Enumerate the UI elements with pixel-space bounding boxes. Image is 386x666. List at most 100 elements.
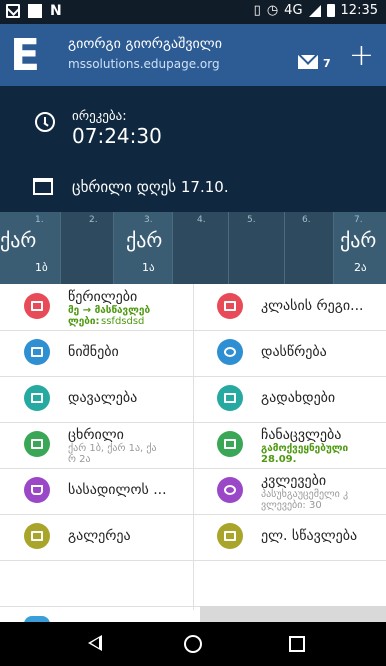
message-preview-cont: ლები: — [68, 316, 100, 327]
divider — [172, 212, 173, 284]
lesson-number: 7. — [354, 215, 363, 225]
clock-icon — [35, 112, 55, 132]
tile-surveys[interactable]: კვლევები პასუხგაუცემელი კ ვლევები: 30 — [193, 468, 386, 514]
lesson-3[interactable]: 3. ქარ 1ა — [114, 212, 172, 284]
add-button[interactable]: + — [349, 41, 374, 71]
tile-label: ნიშნები — [68, 344, 119, 360]
notebook-icon — [217, 293, 243, 319]
envelope-icon — [24, 293, 50, 319]
status-bar: N ▯ ◷ 4G 12:35 — [0, 0, 386, 24]
image-notification-icon — [28, 4, 42, 18]
lesson-subject: ქარ — [340, 228, 377, 252]
substitution-icon — [217, 431, 243, 457]
app-header: E გიორგი გიორგაშვილი mssolutions.edupage… — [0, 24, 386, 86]
notification-icons: N — [6, 4, 62, 18]
school-domain[interactable]: mssolutions.edupage.org — [68, 57, 220, 71]
tile-label: გადახდები — [261, 390, 336, 406]
battery-icon — [326, 4, 335, 17]
lesson-subject: ქარ — [126, 228, 163, 252]
divider — [60, 212, 61, 284]
timetable-icon — [24, 431, 50, 457]
home-icon[interactable] — [184, 635, 202, 653]
tile-subtitle-cont: 28.09. — [261, 454, 297, 465]
tile-gallery[interactable]: გალერეა — [0, 514, 193, 560]
timetable-strip[interactable]: 1. ქარ 1ბ 2. 3. ქარ 1ა 4. 5. 6. 7. ქარ 2… — [0, 212, 386, 284]
user-name[interactable]: გიორგი გიორგაშვილი — [68, 36, 222, 52]
edupage-logo[interactable]: E — [10, 34, 50, 78]
tile-subtitle-cont: რ 2ა — [68, 454, 91, 465]
payment-card-icon — [217, 385, 243, 411]
lesson-6[interactable]: 6. — [285, 212, 333, 284]
tile-subtitle: გამოქვეყნებული — [261, 443, 349, 454]
elearning-icon — [217, 523, 243, 549]
tile-timetable[interactable]: ცხრილი ქარ 1ბ, ქარ 1ა, ქა რ 2ა — [0, 422, 193, 468]
calendar-icon — [33, 178, 53, 195]
recent-apps-icon[interactable] — [289, 636, 305, 652]
clock-time: 12:35 — [340, 3, 378, 18]
tile-label: გალერეა — [68, 528, 131, 544]
lesson-number: 5. — [247, 215, 256, 225]
lesson-1[interactable]: 1. ქარ 1ბ — [0, 212, 60, 284]
tile-substitution[interactable]: ჩანაცვლება გამოქვეყნებული 28.09. — [193, 422, 386, 468]
tile-grades[interactable]: ნიშნები — [0, 330, 193, 376]
lesson-number: 6. — [302, 215, 311, 225]
lesson-7[interactable]: 7. ქარ 2ა — [334, 212, 386, 284]
envelope-icon[interactable] — [298, 55, 318, 69]
cup-icon — [24, 477, 50, 503]
tile-label: კვლევები — [261, 473, 327, 489]
module-grid: წერილები მე → მასწავლებ ლები: ssfdsdsd კ… — [0, 284, 386, 624]
lesson-number: 1. — [35, 215, 44, 225]
message-text: ssfdsdsd — [101, 316, 145, 327]
tile-subtitle-cont: ვლევები: 30 — [261, 500, 322, 511]
lesson-4[interactable]: 4. — [173, 212, 228, 284]
bell-time: 07:24:30 — [72, 124, 162, 148]
tile-label: ელ. სწავლება — [261, 528, 358, 544]
tile-label: კლასის რეგი... — [261, 298, 364, 314]
tile-label: დავალება — [68, 390, 138, 406]
back-icon[interactable] — [88, 635, 102, 651]
scroll-placeholder — [200, 606, 386, 622]
lesson-class: 2ა — [354, 261, 367, 274]
lesson-number: 3. — [144, 215, 153, 225]
mail-notification-icon — [6, 4, 20, 18]
tile-messages[interactable]: წერილები მე → მასწავლებ ლები: ssfdsdsd — [0, 284, 193, 330]
tile-canteen[interactable]: სასადილოს ... — [0, 468, 193, 514]
divider — [113, 212, 114, 284]
gallery-icon — [24, 523, 50, 549]
network-type: 4G — [284, 3, 303, 18]
grades-icon — [24, 339, 50, 365]
divider — [333, 212, 334, 284]
signal-icon — [308, 4, 321, 17]
tile-payments[interactable]: გადახდები — [193, 376, 386, 422]
tile-subtitle: პასუხგაუცემელი კ — [261, 489, 349, 500]
divider — [228, 212, 229, 284]
tile-attendance[interactable]: დასწრება — [193, 330, 386, 376]
message-preview: მე → მასწავლებ — [68, 305, 151, 316]
lesson-class: 1ა — [142, 261, 155, 274]
tile-label: ცხრილი — [68, 427, 124, 443]
tile-label: დასწრება — [261, 344, 327, 360]
lesson-class: 1ბ — [35, 261, 48, 274]
lesson-2[interactable]: 2. — [61, 212, 113, 284]
tile-class-register[interactable]: კლასის რეგი... — [193, 284, 386, 330]
timetable-today[interactable]: ცხრილი დღეს 17.10. — [72, 178, 229, 196]
lesson-number: 2. — [89, 215, 98, 225]
vibrate-icon: ▯ — [253, 3, 261, 18]
lesson-5[interactable]: 5. — [229, 212, 284, 284]
system-icons: ▯ ◷ 4G 12:35 — [254, 3, 378, 18]
tile-label: სასადილოს ... — [68, 482, 167, 498]
divider — [284, 212, 285, 284]
tile-label: წერილები — [68, 289, 138, 305]
lesson-subject: ქარ — [0, 228, 37, 252]
tile-subtitle: ქარ 1ბ, ქარ 1ა, ქა — [68, 443, 157, 454]
divider — [0, 560, 386, 561]
lesson-number: 4. — [197, 215, 206, 225]
homework-icon — [24, 385, 50, 411]
tile-homework[interactable]: დავალება — [0, 376, 193, 422]
bell-label: ირეკება: — [72, 109, 127, 124]
tile-elearning[interactable]: ელ. სწავლება — [193, 514, 386, 560]
system-nav-bar — [0, 622, 386, 666]
message-count[interactable]: 7 — [323, 57, 331, 70]
survey-icon — [217, 477, 243, 503]
tile-label: ჩანაცვლება — [261, 427, 342, 443]
